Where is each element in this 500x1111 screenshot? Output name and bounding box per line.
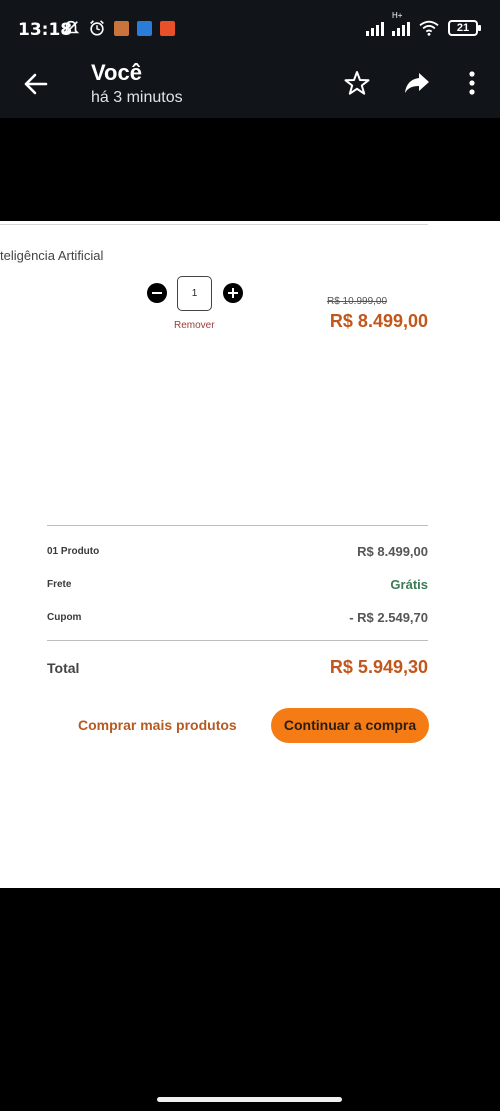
quantity-field[interactable]: 1 [177,276,212,311]
star-icon[interactable] [343,69,371,97]
total-divider [47,640,428,641]
buy-more-products-link[interactable]: Comprar mais produtos [78,717,237,733]
shipping-label: Frete [47,579,72,590]
alarm-icon [90,20,104,36]
increase-quantity-icon[interactable] [223,283,243,303]
signal-icon-2 [392,20,410,36]
app-notification-icon [114,20,129,36]
muted-notifications-icon [62,20,80,35]
more-options-icon[interactable] [460,69,484,97]
signal-icon [366,20,384,36]
chat-subtitle: há 3 minutos [91,89,183,106]
old-price: R$ 10.999,00 [327,296,388,307]
divider [0,224,428,225]
continue-purchase-button[interactable]: Continuar a compra [271,708,429,743]
shopping-app-icon [160,20,175,36]
battery-level: 21 [456,22,470,34]
total-label: Total [47,660,80,676]
outlook-icon [137,20,152,36]
product-name: teligência Artificial [0,248,104,263]
wifi-icon [419,20,439,36]
shipping-value: Grátis [390,577,428,592]
current-price: R$ 8.499,00 [329,311,428,331]
status-bar: 13:18 H+ 21 [0,0,500,60]
coupon-label: Cupom [47,612,82,623]
status-icons-left [62,19,175,37]
status-icons-right: H+ 21 [366,11,481,37]
battery-icon: 21 [448,20,481,36]
products-count-label: 01 Produto [47,546,100,557]
signal-h-plus: H+ [392,11,410,36]
network-type-label: H+ [392,11,403,20]
chat-title[interactable]: Você [91,60,142,86]
home-indicator[interactable] [157,1097,342,1102]
decrease-quantity-icon[interactable] [147,283,167,303]
shared-screenshot[interactable]: teligência Artificial 1 Remover R$ 10.99… [0,221,500,888]
back-arrow-icon[interactable] [20,68,52,100]
coupon-discount: - R$ 2.549,70 [349,610,428,625]
remove-link[interactable]: Remover [174,320,215,331]
chat-app-bar: Você há 3 minutos [0,60,500,118]
summary-divider [47,525,428,526]
products-subtotal: R$ 8.499,00 [357,544,428,559]
total-value: R$ 5.949,30 [329,657,428,677]
forward-icon[interactable] [402,69,432,97]
